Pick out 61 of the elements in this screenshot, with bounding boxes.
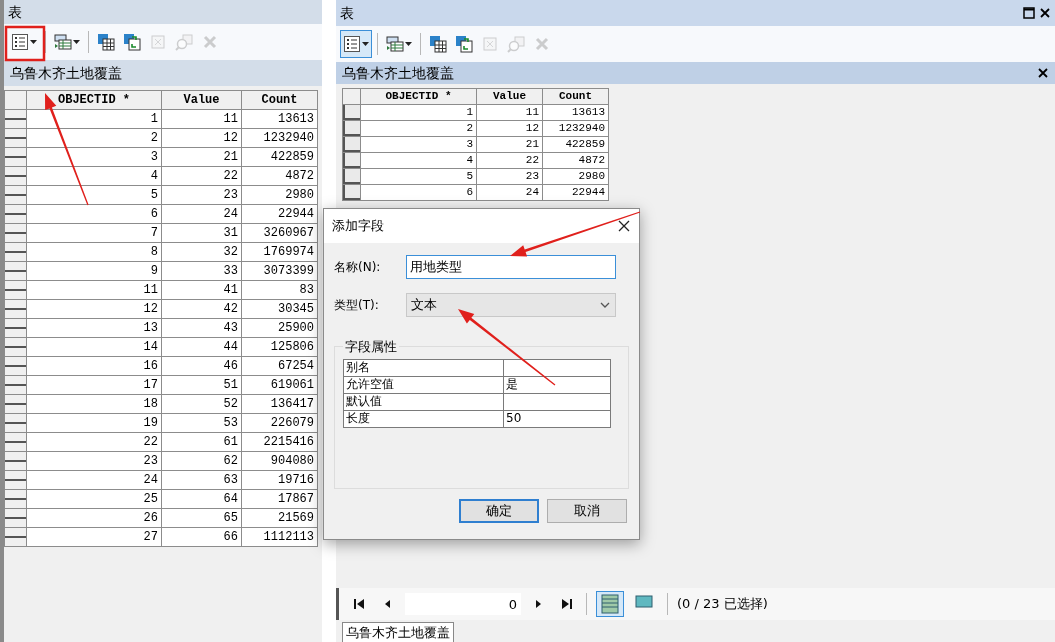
magnifier-icon <box>175 33 193 51</box>
column-header[interactable]: Value <box>476 88 543 105</box>
row-selector[interactable] <box>343 185 360 200</box>
highlight-frame <box>4 25 46 62</box>
row-selector[interactable] <box>343 121 360 136</box>
property-name: 别名 <box>343 359 504 376</box>
caret-icon <box>30 40 37 44</box>
property-value[interactable] <box>503 393 611 410</box>
caret-icon <box>73 40 80 44</box>
close-icon[interactable] <box>1037 67 1049 79</box>
row-selector[interactable] <box>343 105 360 120</box>
row-selector[interactable] <box>343 137 360 152</box>
table-icon <box>429 35 447 53</box>
view-toggle[interactable] <box>596 591 624 617</box>
list-icon <box>343 35 361 53</box>
panel-title: 表 <box>8 2 22 22</box>
field-label: 名称(N): <box>334 259 382 276</box>
swap-icon <box>123 33 141 51</box>
dialog-title: 添加字段 <box>332 217 384 236</box>
column-header[interactable]: Count <box>241 90 318 110</box>
stacked-tables-icon <box>386 35 404 53</box>
caret-icon <box>405 42 412 46</box>
row-selector[interactable] <box>343 153 360 168</box>
dialog-button[interactable]: 取消 <box>547 499 627 523</box>
maximize-icon[interactable] <box>1023 7 1035 19</box>
dialog-button[interactable]: 确定 <box>459 499 539 523</box>
row-selector[interactable] <box>343 169 360 184</box>
type-dropdown[interactable]: 文本 <box>406 293 616 317</box>
swap-icon <box>455 35 473 53</box>
first-record-icon <box>353 597 367 611</box>
selection-status: (0 / 23 已选择) <box>677 595 768 614</box>
property-value[interactable] <box>503 359 611 376</box>
magnifier-icon <box>507 35 525 53</box>
field-label: 类型(T): <box>334 297 380 314</box>
column-header[interactable]: OBJECTID * <box>26 90 162 110</box>
list-icon <box>11 33 29 51</box>
table-title: 乌鲁木齐土地覆盖 <box>10 63 122 83</box>
name-field[interactable]: 用地类型 <box>406 255 616 279</box>
column-header[interactable]: Count <box>542 88 609 105</box>
column-header[interactable]: Value <box>161 90 242 110</box>
square-icon <box>481 35 499 53</box>
square-icon <box>149 33 167 51</box>
close-icon[interactable] <box>617 219 631 233</box>
table-icon <box>97 33 115 51</box>
property-value[interactable]: 50 <box>503 410 611 427</box>
table-tab[interactable]: 乌鲁木齐土地覆盖 <box>342 621 454 642</box>
stacked-tables-icon <box>54 33 72 51</box>
panel-title: 表 <box>340 3 354 23</box>
property-name: 允许空值 <box>343 376 504 393</box>
property-name: 长度 <box>343 410 504 427</box>
caret-icon <box>362 42 369 46</box>
toolbar-button[interactable] <box>340 30 372 58</box>
cross-icon <box>201 33 219 51</box>
close-icon[interactable] <box>1039 7 1051 19</box>
table-view-icon <box>600 593 620 615</box>
cross-icon <box>533 35 551 53</box>
column-header[interactable]: OBJECTID * <box>360 88 477 105</box>
record-field[interactable]: 0 <box>405 593 521 615</box>
property-name: 默认值 <box>343 393 504 410</box>
table-tab[interactable]: 乌鲁木齐土地覆盖 <box>342 62 454 84</box>
last-record-icon <box>559 597 573 611</box>
